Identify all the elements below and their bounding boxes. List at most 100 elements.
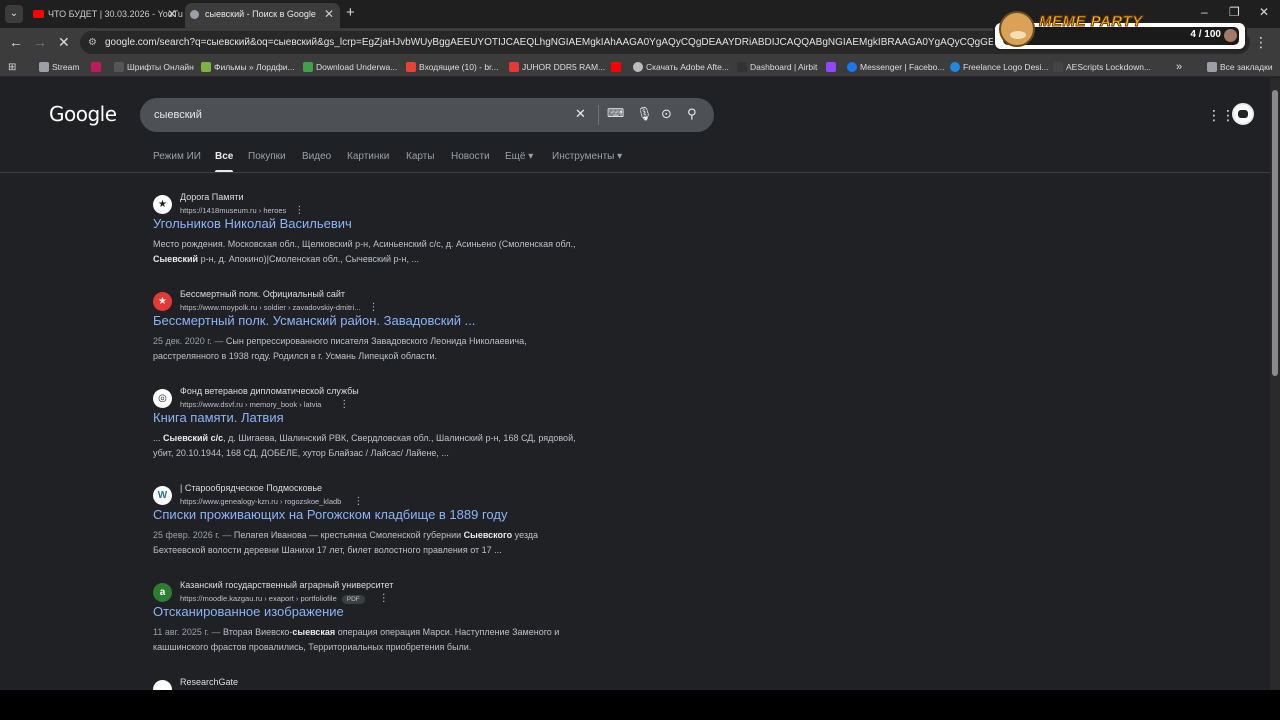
- tab-video[interactable]: Видео: [302, 151, 331, 162]
- bookmark-airbit[interactable]: Dashboard | Airbit: [737, 57, 817, 77]
- scrollbar-thumb[interactable]: [1272, 90, 1278, 376]
- researchgate-icon: [153, 680, 172, 690]
- account-avatar[interactable]: [1232, 103, 1254, 125]
- snippet-highlight: Сыевского: [463, 530, 513, 540]
- result-title[interactable]: Бессмертный полк. Усманский район. Завад…: [153, 313, 475, 328]
- result-site-name[interactable]: ResearchGate: [180, 677, 238, 687]
- result-url[interactable]: https://1418museum.ru › heroes ⋮: [180, 205, 304, 216]
- bookmark-twitch[interactable]: [826, 57, 839, 77]
- tab-news[interactable]: Новости: [451, 151, 490, 162]
- kazgau-icon: a: [153, 583, 172, 602]
- youtube-icon: [33, 10, 44, 18]
- pdf-badge: PDF: [341, 595, 365, 604]
- bookmark-juhor[interactable]: JUHOR DDR5 RAM...: [509, 57, 605, 77]
- more-options-icon[interactable]: ⋮: [368, 302, 378, 313]
- more-options-icon[interactable]: ⋮: [379, 593, 389, 604]
- maximize-button[interactable]: ❐: [1229, 5, 1240, 19]
- result-date: 25 дек. 2020 г. —: [153, 336, 226, 346]
- site-icon: [91, 62, 101, 72]
- scrollbar[interactable]: [1270, 78, 1280, 690]
- result-url-text: https://www.moypolk.ru › soldier › zavad…: [180, 303, 361, 312]
- microphone-icon[interactable]: 🎙: [636, 106, 653, 122]
- result-snippet: 11 авг. 2025 г. — Вторая Виевско-сыевска…: [153, 625, 583, 655]
- result-site-name[interactable]: | Старообрядческое Подмосковье: [180, 483, 322, 493]
- bookmark-gmail[interactable]: Входящие (10) - br...: [406, 57, 499, 77]
- folder-icon: [39, 62, 49, 72]
- result-title[interactable]: Списки проживающих на Рогожском кладбище…: [153, 507, 507, 522]
- all-bookmarks[interactable]: Все закладки: [1207, 57, 1273, 77]
- apps-grid-icon: ⊞: [8, 62, 17, 73]
- clear-icon[interactable]: ✕: [575, 106, 586, 122]
- tab-tools[interactable]: Инструменты ▾: [552, 151, 622, 162]
- bookmark-label: Все закладки: [1220, 62, 1273, 72]
- bookmark-adobe[interactable]: Скачать Adobe Afte...: [633, 57, 729, 77]
- bookmark-label: Messenger | Facebo...: [860, 62, 945, 72]
- back-button[interactable]: ←: [9, 34, 23, 50]
- more-options-icon[interactable]: ⋮: [294, 205, 304, 216]
- bookmark-youtube[interactable]: [611, 57, 624, 77]
- minimize-button[interactable]: –: [1201, 5, 1208, 19]
- bookmark-2[interactable]: [91, 57, 104, 77]
- result-site-name[interactable]: Дорога Памяти: [180, 192, 244, 202]
- search-divider: [598, 105, 599, 125]
- search-box[interactable]: сыевский ✕ ⌨ 🎙 ⊙ ⚲: [140, 98, 714, 132]
- more-options-icon[interactable]: ⋮: [353, 496, 363, 507]
- bookmarks-bar: ⊞ Stream Шрифты Онлайн Фильмы » Лордфи..…: [0, 57, 1280, 77]
- tab-images[interactable]: Картинки: [347, 151, 389, 162]
- close-tab-icon[interactable]: ✕: [167, 3, 177, 25]
- camera-lens-icon[interactable]: ⊙: [661, 106, 672, 122]
- google-results-page: Google сыевский ✕ ⌨ 🎙 ⊙ ⚲ ⋮ ⋮ ⋮ Режим ИИ В…: [0, 78, 1270, 690]
- apps-shortcut[interactable]: ⊞: [8, 57, 16, 77]
- youtube-icon: [611, 62, 621, 72]
- snippet-text: ...: [153, 433, 164, 443]
- bookmark-stream[interactable]: Stream: [39, 57, 79, 77]
- result-site-name[interactable]: Казанский государственный аграрный униве…: [180, 580, 393, 590]
- result-title[interactable]: Отсканированное изображение: [153, 604, 344, 619]
- more-options-icon[interactable]: ⋮: [339, 399, 349, 410]
- result-url[interactable]: https://www.dsvf.ru › memory_book › latv…: [180, 399, 349, 410]
- site-icon: [201, 62, 211, 72]
- bookmark-messenger[interactable]: Messenger | Facebo...: [847, 57, 944, 77]
- tab-search-button[interactable]: ⌄: [5, 5, 23, 23]
- tab-ai-mode[interactable]: Режим ИИ: [153, 151, 201, 162]
- tab-maps[interactable]: Карты: [406, 151, 435, 162]
- bookmark-label: Фильмы » Лордфи...: [214, 62, 295, 72]
- result-site-name[interactable]: Фонд ветеранов дипломатической службы: [180, 386, 359, 396]
- bookmark-fonts[interactable]: Шрифты Онлайн: [114, 57, 194, 77]
- bookmark-films[interactable]: Фильмы » Лордфи...: [201, 57, 295, 77]
- bookmark-aescripts[interactable]: AEScripts Lockdown...: [1053, 57, 1151, 77]
- bookmark-label: Dashboard | Airbit: [750, 62, 818, 72]
- globe-icon: ◎: [153, 389, 172, 408]
- google-logo[interactable]: Google: [49, 102, 117, 126]
- bookmarks-overflow-button[interactable]: »: [1176, 57, 1182, 77]
- result-url[interactable]: https://moodle.kazgau.ru › exaport › por…: [180, 593, 389, 604]
- forward-button[interactable]: →: [33, 34, 47, 50]
- new-tab-button[interactable]: +: [346, 4, 355, 21]
- browser-menu-button[interactable]: ⋮: [1254, 34, 1268, 51]
- search-icon[interactable]: ⚲: [687, 106, 697, 122]
- snippet-highlight: Сыевский с/с: [163, 433, 224, 443]
- meme-count: 4 / 100: [1190, 29, 1221, 40]
- stop-reload-button[interactable]: ✕: [58, 34, 70, 51]
- search-input[interactable]: сыевский: [154, 98, 202, 132]
- tab-youtube[interactable]: ЧТО БУДЕТ | 30.03.2026 - YouTube ✕: [28, 3, 183, 28]
- tab-more[interactable]: Ещё ▾: [505, 151, 533, 162]
- site-info-icon[interactable]: ⚙: [88, 31, 97, 54]
- result-title[interactable]: Книга памяти. Латвия: [153, 410, 284, 425]
- star-icon: ★: [153, 195, 172, 214]
- browser-window: ⌄ ЧТО БУДЕТ | 30.03.2026 - YouTube ✕ сые…: [0, 0, 1280, 690]
- meme-party-widget[interactable]: 4 / 100 MEME PARTY: [993, 11, 1247, 51]
- url-text: google.com/search?q=сыевский&oq=сыевский…: [105, 37, 1106, 48]
- result-url[interactable]: https://www.moypolk.ru › soldier › zavad…: [180, 302, 378, 313]
- bookmark-freelance[interactable]: Freelance Logo Desi...: [950, 57, 1049, 77]
- tab-all[interactable]: Все: [215, 151, 234, 173]
- result-site-name[interactable]: Бессмертный полк. Официальный сайт: [180, 289, 345, 299]
- tab-google-search[interactable]: сыевский - Поиск в Google ✕: [185, 3, 340, 28]
- tab-shopping[interactable]: Покупки: [248, 151, 286, 162]
- bookmark-download[interactable]: Download Underwa...: [303, 57, 397, 77]
- keyboard-icon[interactable]: ⌨: [607, 106, 624, 120]
- close-window-button[interactable]: ✕: [1259, 5, 1269, 19]
- close-tab-icon[interactable]: ✕: [324, 3, 334, 25]
- result-url[interactable]: https://www.genealogy-kzn.ru › rogozskoe…: [180, 496, 363, 507]
- result-title[interactable]: Угольников Николай Васильевич: [153, 216, 352, 231]
